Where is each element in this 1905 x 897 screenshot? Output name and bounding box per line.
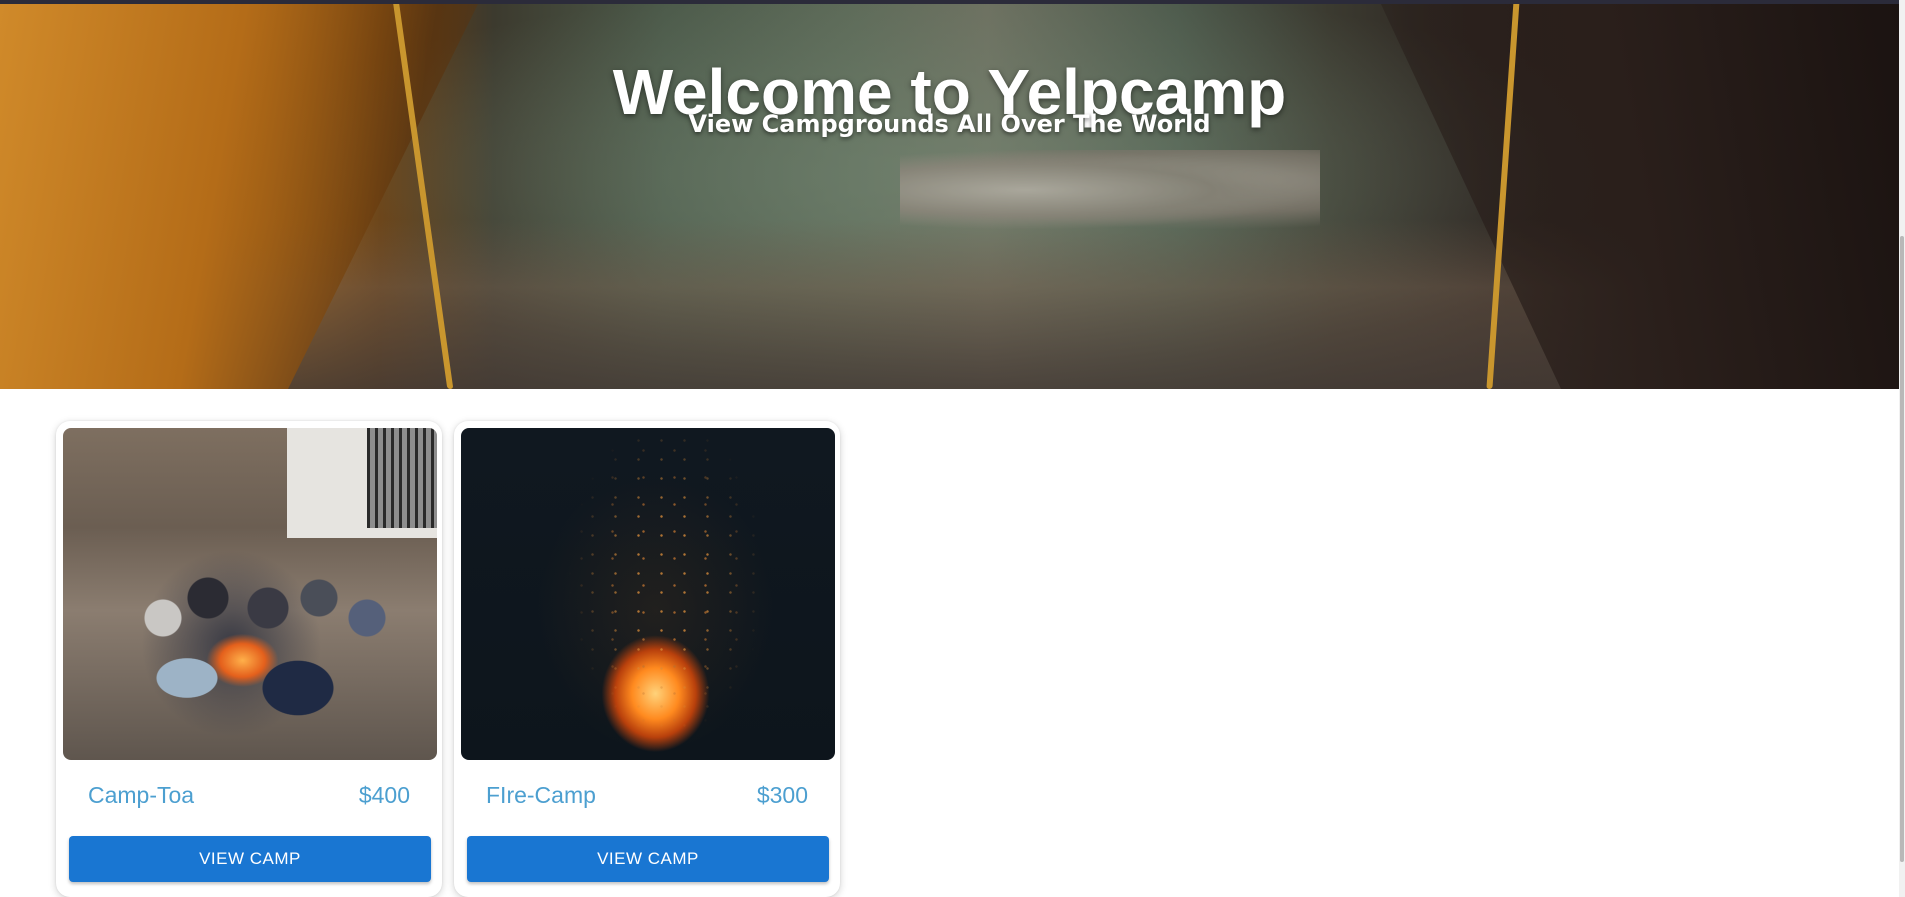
image-sparks [461, 428, 835, 760]
campground-image [461, 428, 835, 760]
campground-name: FIre-Camp [486, 781, 596, 808]
campground-info: FIre-Camp $300 [461, 779, 833, 811]
campground-list: Camp-Toa $400 VIEW CAMP FIre-Camp $300 V… [56, 421, 840, 897]
page-subtitle: View Campgrounds All Over The World [688, 110, 1211, 138]
page-scrollbar[interactable] [1899, 0, 1905, 897]
campground-card: Camp-Toa $400 VIEW CAMP [56, 421, 442, 897]
campground-image [63, 428, 437, 760]
view-camp-button[interactable]: VIEW CAMP [69, 836, 431, 882]
scrollbar-thumb[interactable] [1900, 236, 1904, 862]
image-railing [367, 428, 437, 528]
campground-price: $300 [756, 781, 808, 808]
campground-info: Camp-Toa $400 [63, 779, 435, 811]
hero-rocks [900, 150, 1320, 230]
image-people [103, 538, 403, 738]
view-camp-button[interactable]: VIEW CAMP [467, 836, 829, 882]
campground-price: $400 [358, 781, 410, 808]
top-strip [0, 0, 1899, 4]
campground-name: Camp-Toa [88, 781, 195, 808]
hero-banner: Welcome to Yelpcamp View Campgrounds All… [0, 0, 1899, 389]
campground-card: FIre-Camp $300 VIEW CAMP [454, 421, 840, 897]
